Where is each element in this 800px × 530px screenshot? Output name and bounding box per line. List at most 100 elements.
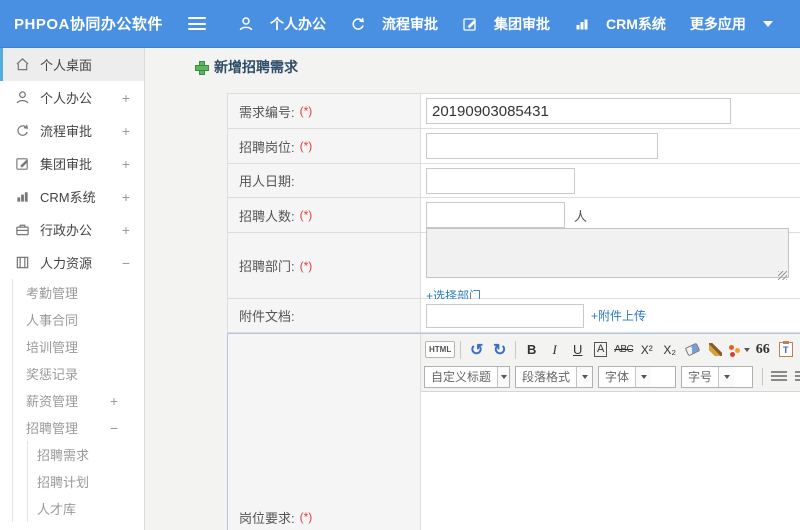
chart-icon (574, 16, 590, 32)
nav-personal-office[interactable]: 个人办公 (238, 14, 326, 34)
align-left-icon[interactable] (771, 370, 787, 383)
field-label: 岗位要求: (*) (228, 334, 421, 530)
nav-crm-system[interactable]: CRM系统 (574, 14, 666, 34)
edit-icon (462, 16, 478, 32)
redo-icon[interactable]: ↻ (489, 339, 510, 360)
expand-toggle[interactable]: + (122, 123, 130, 139)
nav-more-apps[interactable]: 更多应用 (690, 14, 773, 34)
rich-text-editor: HTML ↺ ↻ B I U A ABC X² X₂ 66 T 自定义标题 段落… (421, 334, 800, 530)
editor-content-area[interactable] (421, 392, 800, 530)
position-input[interactable] (426, 133, 658, 159)
toolbar-row-2: 自定义标题 段落格式 字体 字号 (424, 363, 800, 390)
eraser-icon[interactable] (682, 339, 703, 360)
nav-label: CRM系统 (606, 15, 666, 32)
expand-toggle[interactable]: + (122, 189, 130, 205)
sidebar-item-label: 集团审批 (40, 157, 93, 172)
nav-label: 更多应用 (689, 15, 746, 32)
sidebar-item-label: 招聘计划 (37, 475, 90, 490)
nav-group-approval[interactable]: 集团审批 (462, 14, 550, 34)
sidebar-item-label: 个人桌面 (40, 58, 93, 73)
font-family-dropdown[interactable]: 字体 (598, 365, 676, 388)
sidebar-item-attendance[interactable]: 考勤管理 (13, 279, 144, 306)
font-size-dropdown[interactable]: 字号 (681, 365, 753, 388)
sidebar-item-label: 招聘管理 (26, 421, 79, 436)
nav-workflow-approval[interactable]: 流程审批 (350, 14, 438, 34)
sidebar-item-human-resources[interactable]: 人力资源 − (0, 246, 144, 279)
custom-title-dropdown[interactable]: 自定义标题 (424, 365, 510, 388)
sidebar-item-recruit-request[interactable]: 招聘需求 (28, 441, 144, 468)
sidebar-item-recruitment[interactable]: 招聘管理 − (13, 414, 144, 441)
page-title: 新增招聘需求 (195, 57, 298, 77)
field-label: 招聘岗位: (*) (228, 129, 421, 163)
blockquote-button[interactable]: 66 (752, 339, 773, 360)
home-icon (15, 57, 31, 72)
request-no-input[interactable] (426, 98, 731, 124)
bold-button[interactable]: B (521, 339, 542, 360)
hamburger-icon[interactable] (188, 17, 206, 30)
underline-button[interactable]: U (567, 339, 588, 360)
sidebar-item-admin-office[interactable]: 行政办公 + (0, 213, 144, 246)
italic-button[interactable]: I (544, 339, 565, 360)
flow-icon (350, 16, 366, 32)
sidebar-item-label: 薪资管理 (26, 394, 79, 409)
expand-toggle[interactable]: + (122, 222, 130, 238)
user-icon (238, 16, 254, 32)
sidebar-item-label: 人才库 (37, 502, 77, 517)
sidebar-item-personal-office[interactable]: 个人办公 + (0, 81, 144, 114)
align-center-icon[interactable] (795, 370, 800, 383)
expand-toggle[interactable]: + (110, 393, 118, 409)
sidebar-item-label: 培训管理 (26, 340, 79, 355)
field-label: 附件文档: (228, 299, 421, 332)
sidebar-item-talent-pool[interactable]: 人才库 (28, 495, 144, 522)
recruitment-submenu: 招聘需求 招聘计划 人才库 (27, 441, 144, 522)
top-header: PHPOA协同办公软件 个人办公 流程审批 集团审批 CRM系统 更多应用 (0, 0, 800, 48)
strikethrough-button[interactable]: ABC (613, 339, 634, 360)
department-textarea[interactable] (426, 227, 789, 278)
sidebar: 个人桌面 个人办公 + 流程审批 + 集团审批 + CRM系统 + 行政办公 +… (0, 48, 145, 530)
sidebar-item-group-approval[interactable]: 集团审批 + (0, 147, 144, 180)
paragraph-format-dropdown[interactable]: 段落格式 (515, 365, 593, 388)
attachment-input[interactable] (426, 303, 584, 328)
sidebar-item-recruit-plan[interactable]: 招聘计划 (28, 468, 144, 495)
sidebar-item-salary[interactable]: 薪资管理 + (13, 387, 144, 414)
form-row-job-requirements: 岗位要求: (*) HTML ↺ ↻ B I U A ABC X² X₂ 66 … (227, 333, 800, 530)
sidebar-item-label: 行政办公 (40, 223, 93, 238)
brush-icon[interactable] (705, 339, 726, 360)
expand-toggle[interactable]: + (122, 90, 130, 106)
expand-toggle[interactable]: − (110, 420, 118, 436)
html-source-button[interactable]: HTML (425, 341, 456, 358)
form-row-position: 招聘岗位: (*) (228, 129, 800, 164)
required-marker: (*) (299, 104, 313, 118)
hire-date-input[interactable] (426, 167, 575, 194)
toolbar-separator (460, 340, 462, 359)
toolbar-separator (515, 340, 517, 359)
sidebar-item-rewards[interactable]: 奖惩记录 (13, 360, 144, 387)
add-icon (195, 61, 209, 75)
hr-submenu: 考勤管理 人事合同 培训管理 奖惩记录 薪资管理 + 招聘管理 − 招聘需求 招… (12, 279, 144, 522)
expand-toggle[interactable]: − (122, 255, 130, 271)
paste-icon[interactable]: T (775, 339, 796, 360)
caret-down-icon (762, 20, 773, 27)
sidebar-item-hr-contract[interactable]: 人事合同 (13, 306, 144, 333)
headcount-input[interactable] (426, 202, 565, 228)
attachment-upload-link[interactable]: +附件上传 (591, 307, 646, 324)
nav-label: 集团审批 (494, 15, 550, 32)
sidebar-item-crm-system[interactable]: CRM系统 + (0, 180, 144, 213)
caret-down-icon (635, 366, 652, 387)
subscript-button[interactable]: X₂ (659, 339, 680, 360)
expand-toggle[interactable]: + (122, 156, 130, 172)
font-style-button[interactable]: A (590, 339, 611, 360)
superscript-button[interactable]: X² (636, 339, 657, 360)
sidebar-item-label: 奖惩记录 (26, 367, 79, 382)
sidebar-item-workflow-approval[interactable]: 流程审批 + (0, 114, 144, 147)
palette-icon[interactable] (728, 339, 751, 360)
top-nav: 个人办公 流程审批 集团审批 CRM系统 更多应用 (238, 14, 797, 34)
undo-icon[interactable]: ↺ (466, 339, 487, 360)
caret-down-icon (497, 366, 509, 387)
sidebar-item-personal-desktop[interactable]: 个人桌面 (0, 48, 144, 81)
form-row-request-no: 需求编号: (*) (228, 94, 800, 129)
nav-label: 个人办公 (270, 15, 326, 32)
sidebar-item-label: 流程审批 (40, 124, 93, 139)
sidebar-item-training[interactable]: 培训管理 (13, 333, 144, 360)
sidebar-item-label: 个人办公 (40, 91, 93, 106)
